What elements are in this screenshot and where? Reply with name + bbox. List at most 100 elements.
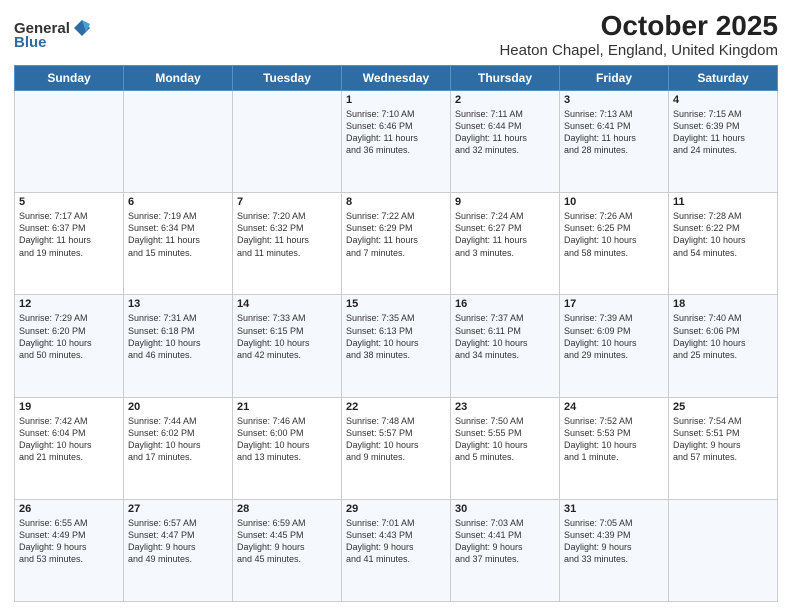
day-number: 29 (346, 503, 446, 515)
header-friday: Friday (560, 66, 669, 91)
day-number: 19 (19, 401, 119, 413)
table-row: 1Sunrise: 7:10 AM Sunset: 6:46 PM Daylig… (342, 91, 451, 193)
day-info: Sunrise: 7:52 AM Sunset: 5:53 PM Dayligh… (564, 415, 664, 464)
day-number: 26 (19, 503, 119, 515)
table-row: 6Sunrise: 7:19 AM Sunset: 6:34 PM Daylig… (124, 193, 233, 295)
day-info: Sunrise: 7:10 AM Sunset: 6:46 PM Dayligh… (346, 108, 446, 157)
day-number: 13 (128, 298, 228, 310)
day-number: 21 (237, 401, 337, 413)
day-number: 2 (455, 94, 555, 106)
day-info: Sunrise: 7:24 AM Sunset: 6:27 PM Dayligh… (455, 210, 555, 259)
day-info: Sunrise: 7:01 AM Sunset: 4:43 PM Dayligh… (346, 517, 446, 566)
table-row: 21 Sunrise: 7:46 AM Sunset: 6:00 PM Dayli… (233, 397, 342, 499)
day-info: Sunrise: 7:03 AM Sunset: 4:41 PM Dayligh… (455, 517, 555, 566)
logo-icon (72, 18, 92, 38)
day-number: 18 (673, 298, 773, 310)
day-number: 12 (19, 298, 119, 310)
table-row: 26 Sunrise: 6:55 AM Sunset: 4:49 PM Dayli… (15, 499, 124, 601)
calendar-header-row: Sunday Monday Tuesday Wednesday Thursday… (15, 66, 778, 91)
table-row: 14Sunrise: 7:33 AM Sunset: 6:15 PM Dayli… (233, 295, 342, 397)
day-info: Sunrise: 7:44 AM Sunset: 6:02 PM Dayligh… (128, 415, 228, 464)
day-info: Sunrise: 6:57 AM Sunset: 4:47 PM Dayligh… (128, 517, 228, 566)
day-number: 22 (346, 401, 446, 413)
day-number: 16 (455, 298, 555, 310)
header-saturday: Saturday (669, 66, 778, 91)
day-number: 28 (237, 503, 337, 515)
day-info: Sunrise: 6:55 AM Sunset: 4:49 PM Dayligh… (19, 517, 119, 566)
day-info: Sunrise: 7:13 AM Sunset: 6:41 PM Dayligh… (564, 108, 664, 157)
day-number: 31 (564, 503, 664, 515)
table-row: 7 Sunrise: 7:20 AM Sunset: 6:32 PM Daylig… (233, 193, 342, 295)
day-info: Sunrise: 7:50 AM Sunset: 5:55 PM Dayligh… (455, 415, 555, 464)
day-info: Sunrise: 7:46 AM Sunset: 6:00 PM Dayligh… (237, 415, 337, 464)
logo: General Blue (14, 18, 92, 51)
day-info: Sunrise: 7:42 AM Sunset: 6:04 PM Dayligh… (19, 415, 119, 464)
table-row (233, 91, 342, 193)
day-number: 15 (346, 298, 446, 310)
logo-blue: Blue (14, 34, 47, 51)
table-row: 27Sunrise: 6:57 AM Sunset: 4:47 PM Dayli… (124, 499, 233, 601)
table-row: 3 Sunrise: 7:13 AM Sunset: 6:41 PM Daylig… (560, 91, 669, 193)
day-info: Sunrise: 7:28 AM Sunset: 6:22 PM Dayligh… (673, 210, 773, 259)
header: General Blue October 2025 Heaton Chapel,… (14, 10, 778, 59)
day-number: 8 (346, 196, 446, 208)
table-row (669, 499, 778, 601)
day-number: 25 (673, 401, 773, 413)
calendar: Sunday Monday Tuesday Wednesday Thursday… (14, 65, 778, 602)
table-row: 17 Sunrise: 7:39 AM Sunset: 6:09 PM Dayli… (560, 295, 669, 397)
day-number: 20 (128, 401, 228, 413)
table-row: 25 Sunrise: 7:54 AM Sunset: 5:51 PM Dayli… (669, 397, 778, 499)
day-info: Sunrise: 7:48 AM Sunset: 5:57 PM Dayligh… (346, 415, 446, 464)
header-tuesday: Tuesday (233, 66, 342, 91)
week-row-2: 12Sunrise: 7:29 AM Sunset: 6:20 PM Dayli… (15, 295, 778, 397)
table-row: 8 Sunrise: 7:22 AM Sunset: 6:29 PM Daylig… (342, 193, 451, 295)
day-info: Sunrise: 7:19 AM Sunset: 6:34 PM Dayligh… (128, 210, 228, 259)
table-row: 9 Sunrise: 7:24 AM Sunset: 6:27 PM Daylig… (451, 193, 560, 295)
table-row: 16 Sunrise: 7:37 AM Sunset: 6:11 PM Dayli… (451, 295, 560, 397)
table-row: 19 Sunrise: 7:42 AM Sunset: 6:04 PM Dayli… (15, 397, 124, 499)
header-wednesday: Wednesday (342, 66, 451, 91)
day-number: 7 (237, 196, 337, 208)
table-row: 4 Sunrise: 7:15 AM Sunset: 6:39 PM Daylig… (669, 91, 778, 193)
day-info: Sunrise: 7:54 AM Sunset: 5:51 PM Dayligh… (673, 415, 773, 464)
day-info: Sunrise: 7:15 AM Sunset: 6:39 PM Dayligh… (673, 108, 773, 157)
table-row: 23 Sunrise: 7:50 AM Sunset: 5:55 PM Dayli… (451, 397, 560, 499)
day-number: 3 (564, 94, 664, 106)
day-info: Sunrise: 7:26 AM Sunset: 6:25 PM Dayligh… (564, 210, 664, 259)
table-row: 10 Sunrise: 7:26 AM Sunset: 6:25 PM Dayli… (560, 193, 669, 295)
day-info: Sunrise: 7:39 AM Sunset: 6:09 PM Dayligh… (564, 312, 664, 361)
day-info: Sunrise: 7:17 AM Sunset: 6:37 PM Dayligh… (19, 210, 119, 259)
table-row: 12Sunrise: 7:29 AM Sunset: 6:20 PM Dayli… (15, 295, 124, 397)
header-thursday: Thursday (451, 66, 560, 91)
title-block: October 2025 Heaton Chapel, England, Uni… (499, 10, 778, 59)
day-number: 17 (564, 298, 664, 310)
header-monday: Monday (124, 66, 233, 91)
day-info: Sunrise: 7:35 AM Sunset: 6:13 PM Dayligh… (346, 312, 446, 361)
page: General Blue October 2025 Heaton Chapel,… (0, 0, 792, 612)
table-row: 13Sunrise: 7:31 AM Sunset: 6:18 PM Dayli… (124, 295, 233, 397)
page-title: October 2025 (499, 10, 778, 42)
day-number: 4 (673, 94, 773, 106)
day-info: Sunrise: 7:20 AM Sunset: 6:32 PM Dayligh… (237, 210, 337, 259)
table-row: 15 Sunrise: 7:35 AM Sunset: 6:13 PM Dayli… (342, 295, 451, 397)
day-number: 9 (455, 196, 555, 208)
day-number: 14 (237, 298, 337, 310)
day-info: Sunrise: 7:11 AM Sunset: 6:44 PM Dayligh… (455, 108, 555, 157)
week-row-3: 19 Sunrise: 7:42 AM Sunset: 6:04 PM Dayli… (15, 397, 778, 499)
table-row: 11 Sunrise: 7:28 AM Sunset: 6:22 PM Dayli… (669, 193, 778, 295)
day-info: Sunrise: 7:05 AM Sunset: 4:39 PM Dayligh… (564, 517, 664, 566)
table-row: 24 Sunrise: 7:52 AM Sunset: 5:53 PM Dayli… (560, 397, 669, 499)
week-row-4: 26 Sunrise: 6:55 AM Sunset: 4:49 PM Dayli… (15, 499, 778, 601)
day-info: Sunrise: 7:22 AM Sunset: 6:29 PM Dayligh… (346, 210, 446, 259)
day-info: Sunrise: 7:37 AM Sunset: 6:11 PM Dayligh… (455, 312, 555, 361)
table-row: 29 Sunrise: 7:01 AM Sunset: 4:43 PM Dayli… (342, 499, 451, 601)
day-number: 30 (455, 503, 555, 515)
table-row: 18 Sunrise: 7:40 AM Sunset: 6:06 PM Dayli… (669, 295, 778, 397)
week-row-1: 5Sunrise: 7:17 AM Sunset: 6:37 PM Daylig… (15, 193, 778, 295)
day-number: 23 (455, 401, 555, 413)
day-number: 10 (564, 196, 664, 208)
day-number: 24 (564, 401, 664, 413)
day-info: Sunrise: 6:59 AM Sunset: 4:45 PM Dayligh… (237, 517, 337, 566)
day-number: 11 (673, 196, 773, 208)
day-info: Sunrise: 7:40 AM Sunset: 6:06 PM Dayligh… (673, 312, 773, 361)
